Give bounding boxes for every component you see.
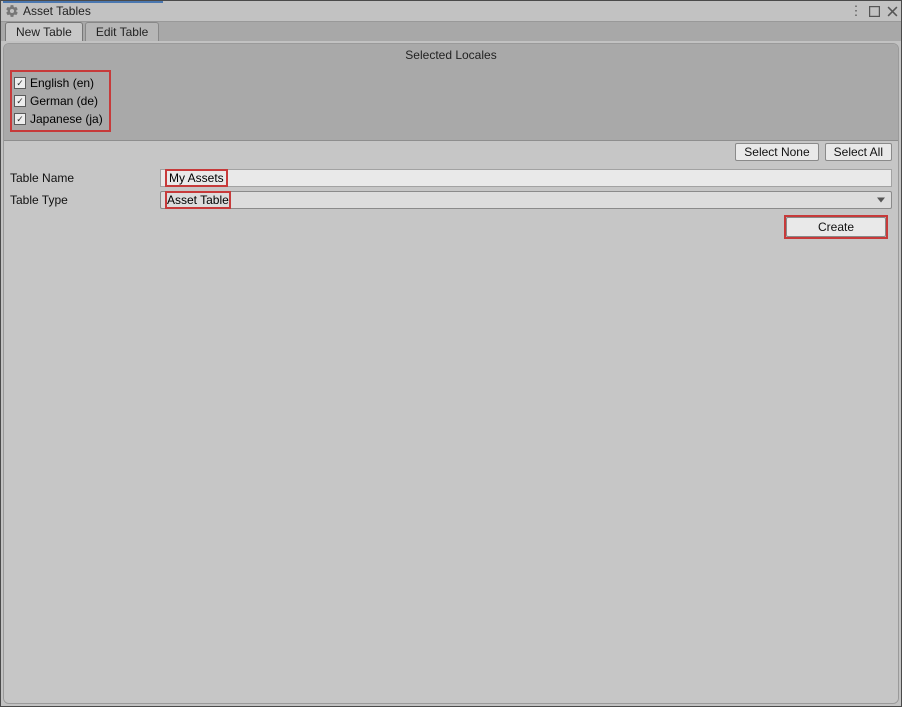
tab-highlight xyxy=(3,1,163,3)
locales-list-highlight: ✓ English (en) ✓ German (de) ✓ Japanese … xyxy=(10,70,111,132)
table-name-input[interactable]: My Assets xyxy=(160,169,892,187)
locale-row[interactable]: ✓ Japanese (ja) xyxy=(14,110,103,128)
form-area: Table Name My Assets Table Type Asset Ta… xyxy=(4,163,898,243)
window-menu-icon[interactable]: ⋮ xyxy=(849,4,863,18)
content-pane: Selected Locales ✓ English (en) ✓ German… xyxy=(3,43,899,704)
tab-new-table[interactable]: New Table xyxy=(5,22,83,41)
create-button-highlight: Create xyxy=(784,215,888,239)
table-name-row: Table Name My Assets xyxy=(10,167,892,189)
create-button[interactable]: Create xyxy=(786,217,886,237)
asset-tables-window: Asset Tables ⋮ New Table Edit Table Sele… xyxy=(0,0,902,707)
select-none-button[interactable]: Select None xyxy=(735,143,818,161)
locale-label: English (en) xyxy=(30,76,94,90)
select-all-button[interactable]: Select All xyxy=(825,143,892,161)
table-type-label: Table Type xyxy=(10,193,160,207)
chevron-down-icon xyxy=(877,198,885,203)
window-tab[interactable]: Asset Tables xyxy=(3,1,97,21)
locale-row[interactable]: ✓ German (de) xyxy=(14,92,103,110)
table-type-dropdown[interactable]: Asset Table xyxy=(160,191,892,209)
table-name-label: Table Name xyxy=(10,171,160,185)
locale-row[interactable]: ✓ English (en) xyxy=(14,74,103,92)
gear-icon xyxy=(5,4,19,18)
checkbox-icon[interactable]: ✓ xyxy=(14,95,26,107)
locales-body: ✓ English (en) ✓ German (de) ✓ Japanese … xyxy=(4,64,898,141)
locale-label: German (de) xyxy=(30,94,98,108)
subtabs-row: New Table Edit Table xyxy=(1,21,901,41)
table-name-value-highlight: My Assets xyxy=(165,169,228,187)
locale-label: Japanese (ja) xyxy=(30,112,103,126)
window-title: Asset Tables xyxy=(23,4,91,18)
close-icon[interactable] xyxy=(885,4,899,18)
checkbox-icon[interactable]: ✓ xyxy=(14,77,26,89)
table-type-row: Table Type Asset Table xyxy=(10,189,892,211)
create-row: Create xyxy=(10,211,892,239)
tab-edit-table[interactable]: Edit Table xyxy=(85,22,159,41)
content-filler xyxy=(4,243,898,703)
maximize-icon[interactable] xyxy=(867,4,881,18)
select-buttons-row: Select None Select All xyxy=(4,141,898,163)
checkbox-icon[interactable]: ✓ xyxy=(14,113,26,125)
window-titlebar: Asset Tables ⋮ xyxy=(1,1,901,21)
selected-locales-header: Selected Locales xyxy=(4,44,898,64)
table-type-value-highlight: Asset Table xyxy=(165,191,231,209)
